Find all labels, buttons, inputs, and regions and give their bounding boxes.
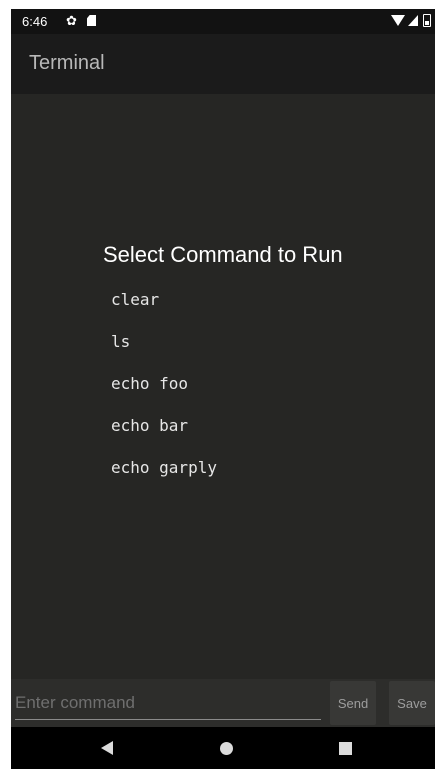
command-list: clear ls echo foo echo bar echo garply [111, 285, 217, 495]
navigation-bar [11, 727, 435, 769]
command-item-echo-foo[interactable]: echo foo [111, 369, 217, 411]
app-bar: Terminal [11, 34, 435, 94]
status-icons [391, 14, 431, 27]
input-bar: Send Save [11, 679, 435, 727]
gear-icon: ✿ [66, 13, 77, 28]
status-bar: 6:46 ✿ [11, 9, 435, 34]
command-input[interactable] [15, 687, 321, 720]
command-item-clear[interactable]: clear [111, 285, 217, 327]
back-icon[interactable] [101, 741, 113, 755]
status-time: 6:46 [22, 14, 48, 29]
home-icon[interactable] [220, 742, 233, 755]
phone-screen: 6:46 ✿ Terminal Select Command to Run cl… [11, 9, 435, 769]
signal-icon [408, 15, 418, 26]
save-button[interactable]: Save [389, 681, 435, 725]
dialog-title: Select Command to Run [103, 242, 343, 267]
command-item-ls[interactable]: ls [111, 327, 217, 369]
sd-card-icon [87, 15, 96, 26]
battery-icon [423, 14, 431, 27]
app-title: Terminal [29, 52, 105, 74]
send-button[interactable]: Send [330, 681, 376, 725]
recents-icon[interactable] [339, 742, 352, 755]
wifi-icon [391, 15, 405, 26]
command-item-echo-garply[interactable]: echo garply [111, 453, 217, 495]
command-item-echo-bar[interactable]: echo bar [111, 411, 217, 453]
